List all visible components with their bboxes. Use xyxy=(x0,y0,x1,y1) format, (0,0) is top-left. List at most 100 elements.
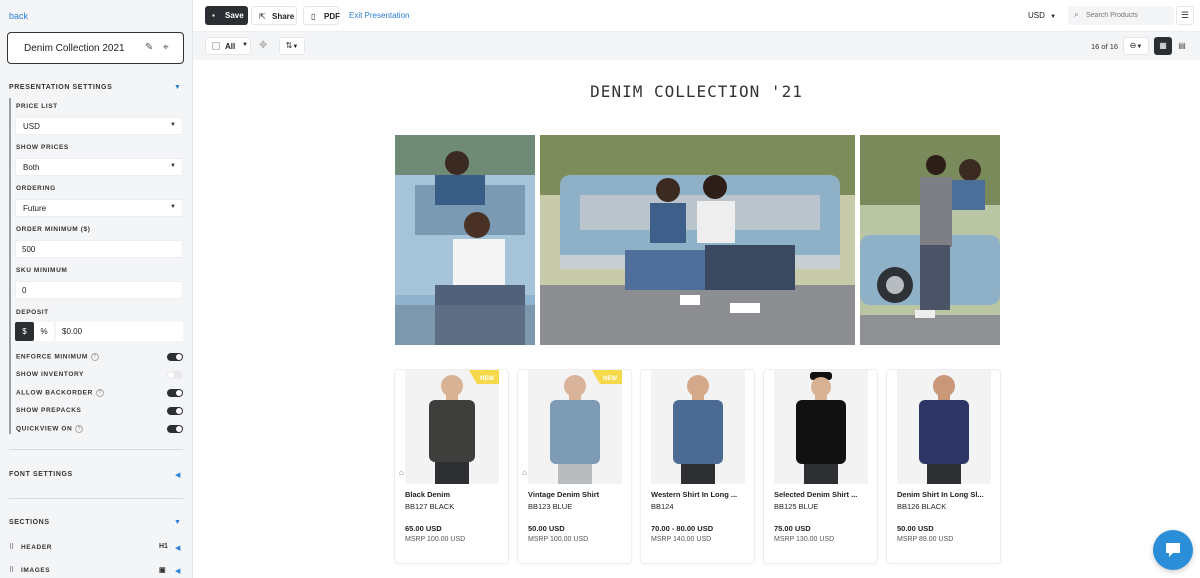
section-item-images[interactable]: ⠿ IMAGES ▣ ◀ xyxy=(9,565,183,577)
presentation-canvas: DENIM COLLECTION '21 NEW ⌂ Black Denim B… xyxy=(193,60,1200,578)
chevron-left-icon[interactable]: ◀ xyxy=(175,567,180,575)
product-sku: BB123 BLUE xyxy=(528,502,573,511)
section-item-label: IMAGES xyxy=(21,567,51,574)
help-icon[interactable]: ? xyxy=(75,425,84,433)
share-label: Share xyxy=(272,12,295,21)
toggle-row-enforce-minimum: ENFORCE MINIMUM? xyxy=(16,351,183,363)
show-inventory-toggle[interactable] xyxy=(167,371,183,379)
allow-backorder-toggle[interactable] xyxy=(167,389,183,397)
product-name[interactable]: Denim Shirt In Long Sl... xyxy=(897,490,993,499)
hanger-icon[interactable]: ⌂ xyxy=(399,468,404,477)
filter-settings-button[interactable]: ☰ xyxy=(1176,6,1194,25)
presentation-settings-heading[interactable]: PRESENTATION SETTINGS xyxy=(9,84,112,91)
show-prices-value: Both xyxy=(23,163,40,172)
chat-button[interactable] xyxy=(1153,530,1193,570)
show-prepacks-toggle[interactable] xyxy=(167,407,183,415)
section-item-header[interactable]: ⠿ HEADER H1 ◀ xyxy=(9,542,183,554)
share-button[interactable]: ⇱ Share xyxy=(251,6,297,25)
product-name[interactable]: Vintage Denim Shirt xyxy=(528,490,624,499)
sections-heading[interactable]: SECTIONS xyxy=(9,519,50,526)
list-view-button[interactable]: ▤ xyxy=(1173,37,1191,55)
product-image[interactable] xyxy=(651,370,745,484)
deposit-input[interactable]: $0.00 xyxy=(56,322,183,341)
product-card[interactable]: Western Shirt In Long ... BB124 70.00 - … xyxy=(641,370,754,563)
presentation-title[interactable]: DENIM COLLECTION '21 xyxy=(193,82,1200,101)
chevron-left-icon[interactable]: ◀ xyxy=(175,471,180,479)
product-card[interactable]: NEW ⌂ Black Denim BB127 BLACK 65.00 USD … xyxy=(395,370,508,563)
product-image[interactable] xyxy=(774,370,868,484)
enforce-minimum-toggle[interactable] xyxy=(167,353,183,361)
divider xyxy=(9,449,183,450)
deposit-dollar-button[interactable]: $ xyxy=(15,322,34,341)
ordering-select[interactable]: Future ▼ xyxy=(15,199,183,217)
caret-down-icon: ▼ xyxy=(292,44,299,50)
deposit-percent-button[interactable]: % xyxy=(34,322,54,341)
collection-title: Denim Collection 2021 xyxy=(24,43,125,54)
product-name[interactable]: Black Denim xyxy=(405,490,501,499)
sku-minimum-label: SKU MINIMUM xyxy=(16,267,68,274)
lookbook-photo-3[interactable] xyxy=(860,135,1000,345)
help-icon[interactable]: ? xyxy=(95,389,104,397)
product-price: 70.00 - 80.00 USD xyxy=(651,524,714,533)
toggle-label: QUICKVIEW ON xyxy=(16,425,73,433)
lookbook-photo-1[interactable] xyxy=(395,135,535,345)
pdf-button[interactable]: ▯ PDF xyxy=(303,6,340,25)
hanger-icon[interactable]: ⌂ xyxy=(522,468,527,477)
drag-handle-icon[interactable]: ⠿ xyxy=(9,543,14,551)
product-image[interactable]: NEW xyxy=(405,370,499,484)
order-minimum-label: ORDER MINIMUM ($) xyxy=(16,226,91,233)
show-prices-select[interactable]: Both ▼ xyxy=(15,158,183,176)
grid-view-button[interactable]: ▦ xyxy=(1154,37,1172,55)
product-price: 50.00 USD xyxy=(528,524,565,533)
product-card[interactable]: Selected Denim Shirt ... BB125 BLUE 75.0… xyxy=(764,370,877,563)
collection-title-box[interactable]: Denim Collection 2021 ✎ ⌖ xyxy=(7,32,184,64)
tag-icon[interactable]: ⌖ xyxy=(163,42,169,53)
new-badge: NEW xyxy=(592,370,622,384)
page-count: 16 of 16 xyxy=(1091,42,1119,51)
product-name[interactable]: Selected Denim Shirt ... xyxy=(774,490,870,499)
product-image[interactable]: NEW xyxy=(528,370,622,484)
chevron-down-icon[interactable]: ▼ xyxy=(174,84,181,91)
toggle-label: SHOW PREPACKS xyxy=(16,407,82,414)
toggle-label: SHOW INVENTORY xyxy=(16,371,84,378)
new-badge: NEW xyxy=(469,370,499,384)
sidebar: back Denim Collection 2021 ✎ ⌖ PRESENTAT… xyxy=(0,0,193,578)
chevron-down-icon[interactable]: ▼ xyxy=(174,519,181,526)
sort-button[interactable]: ⇅▼ xyxy=(279,37,305,55)
product-name[interactable]: Western Shirt In Long ... xyxy=(651,490,747,499)
quickview-toggle[interactable] xyxy=(167,425,183,433)
pencil-icon[interactable]: ✎ xyxy=(145,42,153,53)
top-bar: ▪ Save ⇱ Share ▯ PDF Exit Presentation U… xyxy=(193,0,1200,32)
search-input[interactable] xyxy=(1086,9,1170,22)
pdf-label: PDF xyxy=(324,12,340,21)
help-icon[interactable]: ? xyxy=(90,353,99,361)
search-box[interactable]: ⌕ xyxy=(1068,6,1174,25)
exit-presentation-link[interactable]: Exit Presentation xyxy=(349,11,409,20)
product-card[interactable]: NEW ⌂ Vintage Denim Shirt BB123 BLUE 50.… xyxy=(518,370,631,563)
settings-indicator-bar xyxy=(9,98,11,434)
lookbook-photo-2[interactable] xyxy=(540,135,855,345)
drag-handle-icon[interactable]: ⠿ xyxy=(9,566,14,574)
product-msrp: MSRP 100.00 USD xyxy=(405,536,466,543)
section-item-label: HEADER xyxy=(21,544,53,551)
order-minimum-input[interactable]: 500 xyxy=(15,240,183,258)
product-price: 50.00 USD xyxy=(897,524,934,533)
show-prices-label: SHOW PRICES xyxy=(16,144,69,151)
product-image[interactable] xyxy=(897,370,991,484)
product-card[interactable]: Denim Shirt In Long Sl... BB126 BLACK 50… xyxy=(887,370,1000,563)
zoom-button[interactable]: ⊖▼ xyxy=(1123,37,1149,55)
move-icon[interactable]: ✥ xyxy=(259,40,267,51)
select-all-dropdown[interactable]: All ▼ xyxy=(205,37,251,55)
product-sku: BB127 BLACK xyxy=(405,502,455,511)
document-icon: ▯ xyxy=(311,12,316,21)
font-settings-heading[interactable]: FONT SETTINGS xyxy=(9,471,73,478)
chevron-left-icon[interactable]: ◀ xyxy=(175,544,180,552)
save-button[interactable]: ▪ Save xyxy=(205,6,248,25)
sliders-icon: ☰ xyxy=(1180,10,1190,20)
back-link[interactable]: back xyxy=(9,11,28,21)
price-list-select[interactable]: USD ▼ xyxy=(15,117,183,135)
select-all-checkbox[interactable] xyxy=(212,42,220,50)
sku-minimum-input[interactable]: 0 xyxy=(15,281,183,299)
currency-select[interactable]: USD ▼ xyxy=(1028,11,1056,20)
image-icon: ▣ xyxy=(159,567,166,574)
